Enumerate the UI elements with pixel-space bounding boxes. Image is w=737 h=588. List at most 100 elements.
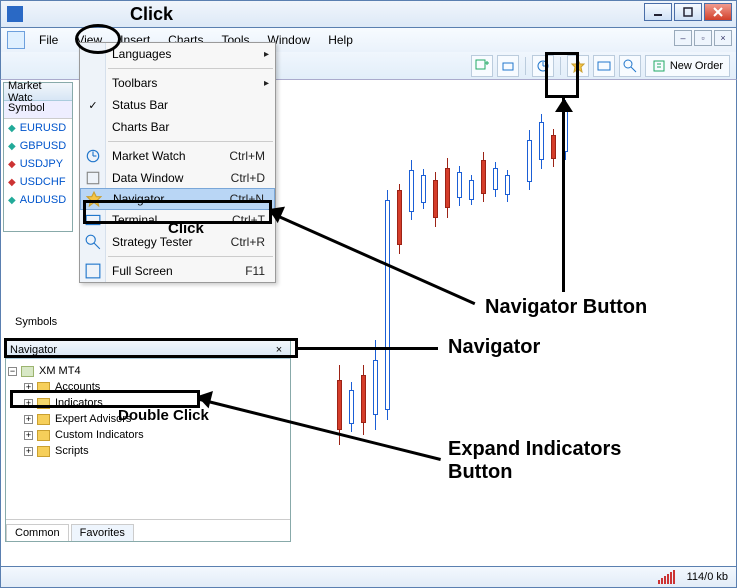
menu-item-label: Navigator: [113, 192, 164, 206]
market-watch-row[interactable]: ◆ GBPUSD: [4, 137, 72, 155]
menu-item-charts-bar[interactable]: Charts Bar: [80, 116, 275, 138]
menu-item-label: Full Screen: [112, 264, 173, 278]
submenu-arrow-icon: ▸: [264, 78, 269, 89]
shortcut-label: Ctrl+D: [231, 171, 265, 185]
toolbar-new-order-button[interactable]: New Order: [645, 55, 730, 77]
tree-item-scripts[interactable]: + Scripts: [8, 443, 288, 459]
chart-canvas[interactable]: [297, 80, 736, 566]
arrow-down-icon: ◆: [8, 159, 16, 170]
menubar-app-icon: [7, 31, 25, 49]
arrow-down-icon: ◆: [8, 177, 16, 188]
menu-help[interactable]: Help: [320, 31, 361, 49]
fullscreen-icon: [85, 263, 101, 279]
folder-icon: [37, 414, 50, 425]
navigator-tree: − XM MT4 + Accounts + Indicators +: [6, 359, 290, 519]
navigator-close-button[interactable]: ×: [272, 343, 286, 357]
menu-item-label: Languages: [112, 47, 171, 61]
terminal-icon: [85, 212, 101, 228]
symbol-label: AUDUSD: [20, 194, 66, 206]
menu-item-label: Terminal: [112, 213, 157, 227]
toolbar-market-watch-button[interactable]: [532, 55, 554, 77]
arrow-up-icon: ◆: [8, 141, 16, 152]
menu-item-label: Toolbars: [112, 76, 157, 90]
tree-item-label: Accounts: [55, 381, 100, 393]
expand-icon[interactable]: +: [24, 383, 33, 392]
symbols-tab[interactable]: Symbols: [9, 312, 63, 332]
tree-root-label: XM MT4: [39, 365, 81, 377]
menu-file[interactable]: File: [31, 31, 66, 49]
tree-item-custom-indicators[interactable]: + Custom Indicators: [8, 427, 288, 443]
annotation-text: Double Click: [118, 407, 209, 424]
symbol-label: EURUSD: [20, 122, 66, 134]
mdi-restore-button[interactable]: ▫: [694, 30, 712, 46]
arrow-up-icon: ◆: [8, 123, 16, 134]
star-folder-icon: [86, 191, 102, 207]
annotation-line: [298, 347, 438, 350]
arrow-up-icon: ◆: [8, 195, 16, 206]
script-icon: [37, 398, 50, 409]
market-watch-row[interactable]: ◆USDJPY: [4, 155, 72, 173]
expand-icon[interactable]: +: [24, 415, 33, 424]
navigator-tab-favorites[interactable]: Favorites: [71, 524, 134, 541]
shortcut-label: Ctrl+R: [231, 235, 265, 249]
market-watch-panel: Market Watc Symbol ◆ EURUSD ◆ GBPUSD ◆USDJ…: [3, 82, 73, 232]
window-close-button[interactable]: [704, 3, 732, 21]
title-bar: [0, 0, 737, 28]
market-watch-row[interactable]: ◆ AUDUSD: [4, 191, 72, 209]
window-maximize-button[interactable]: [674, 3, 702, 21]
submenu-arrow-icon: ▸: [264, 49, 269, 60]
status-bar: 114/0 kb: [0, 566, 737, 588]
annotation-arrowhead: [555, 98, 573, 112]
market-watch-title: Market Watc: [8, 80, 68, 104]
shortcut-label: Ctrl+N: [230, 192, 264, 206]
expand-icon[interactable]: +: [24, 447, 33, 456]
shortcut-label: F11: [245, 264, 265, 278]
toolbar-profiles-button[interactable]: [497, 55, 519, 77]
window-minimize-button[interactable]: [644, 3, 672, 21]
toolbar-separator: [525, 57, 526, 75]
folder-icon: [37, 446, 50, 457]
navigator-title: Navigator: [10, 344, 57, 356]
annotation-text: Navigator: [448, 336, 540, 359]
menu-item-market-watch[interactable]: Market WatchCtrl+M: [80, 145, 275, 167]
check-icon: ✓: [85, 97, 101, 113]
market-watch-column-symbol[interactable]: Symbol: [4, 101, 72, 119]
tree-item-label: Indicators: [55, 397, 103, 409]
toolbar-navigator-button[interactable]: [567, 55, 589, 77]
search-icon: [85, 234, 101, 250]
mdi-minimize-button[interactable]: –: [674, 30, 692, 46]
annotation-text: Navigator Button: [485, 296, 647, 319]
menu-item-label: Data Window: [112, 171, 183, 185]
expand-icon[interactable]: +: [24, 431, 33, 440]
shortcut-label: Ctrl+T: [232, 213, 265, 227]
symbol-label: GBPUSD: [20, 140, 66, 152]
window-icon: [85, 170, 101, 186]
annotation-text: Expand Indicators Button: [448, 438, 621, 484]
menu-item-data-window[interactable]: Data Window Ctrl+D: [80, 167, 275, 189]
mdi-close-button[interactable]: ×: [714, 30, 732, 46]
expand-icon[interactable]: +: [24, 399, 33, 408]
menu-item-label: Charts Bar: [112, 120, 169, 134]
menu-item-label: Strategy Tester: [112, 235, 192, 249]
toolbar-new-chart-button[interactable]: [471, 55, 493, 77]
menu-item-status-bar[interactable]: ✓Status Bar: [80, 94, 275, 116]
annotation-text: Click: [130, 4, 173, 25]
toolbar-tester-button[interactable]: [619, 55, 641, 77]
status-speed-label: 114/0 kb: [687, 571, 728, 583]
expand-icon[interactable]: −: [8, 367, 17, 376]
tree-item-label: Custom Indicators: [55, 429, 144, 441]
market-watch-row[interactable]: ◆ EURUSD: [4, 119, 72, 137]
menu-item-full-screen[interactable]: Full Screen F11: [80, 260, 275, 282]
navigator-tab-common[interactable]: Common: [6, 524, 69, 541]
tree-root[interactable]: − XM MT4: [8, 363, 288, 379]
menu-item-toolbars[interactable]: Toolbars ▸: [80, 72, 275, 94]
toolbar-terminal-button[interactable]: [593, 55, 615, 77]
market-watch-row[interactable]: ◆USDCHF: [4, 173, 72, 191]
new-order-label: New Order: [670, 60, 723, 72]
tree-item-accounts[interactable]: + Accounts: [8, 379, 288, 395]
menu-item-navigator[interactable]: Navigator Ctrl+N: [80, 188, 275, 210]
annotation-text: Click: [168, 220, 204, 237]
folder-icon: [21, 366, 34, 377]
menu-item-languages[interactable]: Languages ▸: [80, 43, 275, 65]
tree-item-label: Scripts: [55, 445, 89, 457]
